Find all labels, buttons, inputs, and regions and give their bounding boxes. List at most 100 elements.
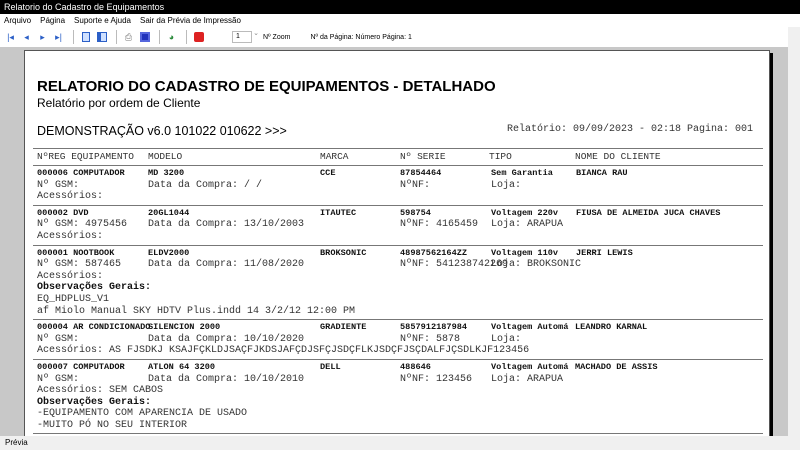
last-page-icon[interactable]: ▸| — [52, 31, 65, 43]
nf: NºNF: — [400, 179, 431, 191]
gsm: Nº GSM: — [37, 179, 80, 191]
record-detail-line: Nº GSM: Data da Compra: / / NºNF: Loja: — [33, 180, 763, 192]
modelo: 20GL1044 — [148, 207, 190, 218]
acessorios: Acessórios: — [37, 191, 104, 203]
observacao-line: -EQUIPAMENTO COM APARENCIA DE USADO — [33, 408, 763, 420]
table-row: 000006 COMPUTADOR MD 3200 CCE 87854464 Sem G… — [33, 166, 763, 206]
reg-equip: 000007 COMPUTADOR — [37, 361, 125, 372]
vertical-scrollbar[interactable] — [788, 27, 800, 436]
divider — [159, 30, 160, 44]
report-subtitle: Relatório por ordem de Cliente — [37, 96, 201, 110]
cliente: JERRI LEWIS — [576, 247, 633, 258]
modelo: SILENCION 2000 — [148, 322, 221, 333]
divider — [73, 30, 74, 44]
observacao-text: af Miolo Manual SKY HDTV Plus.indd 14 3/… — [37, 305, 356, 317]
cliente: FIUSA DE ALMEIDA JUCA CHAVES — [576, 207, 721, 218]
tipo: Voltagem 110v — [491, 247, 559, 258]
data-compra: Data da Compra: 10/10/2010 — [148, 373, 305, 385]
table-row: 000002 DVD 20GL1044 ITAUTEC 598754 Voltagem … — [33, 206, 763, 246]
gsm: Nº GSM: 4975456 — [37, 219, 128, 231]
serie: 48987562164ZZ — [400, 247, 468, 258]
table-row: 000007 COMPUTADOR ATLON 64 3200 DELL 488646… — [33, 360, 763, 435]
loja: Loja: — [491, 179, 522, 191]
prev-page-icon[interactable]: ◂ — [20, 31, 33, 43]
acessorios-line: Acessórios: AS FJSDKJ KSAJFÇKLDJSAÇFJKDS… — [33, 345, 763, 357]
record-detail-line: Nº GSM: 4975456 Data da Compra: 13/10/200… — [33, 219, 763, 231]
table-row: 000001 NOOTBOOK ELDV2000 BROKSONIC 48987562… — [33, 246, 763, 321]
two-page-icon[interactable] — [95, 31, 108, 43]
first-page-icon[interactable]: |◂ — [4, 31, 17, 43]
save-icon[interactable] — [138, 31, 151, 43]
menu-pagina[interactable]: Página — [40, 14, 65, 27]
cliente: MACHADO DE ASSIS — [575, 361, 658, 372]
acessorios-line: Acessórios: — [33, 231, 763, 243]
zoom-select[interactable]: 1 — [232, 29, 259, 43]
gsm: Nº GSM: 587465 — [37, 259, 122, 271]
record-main-line: 000001 NOOTBOOK ELDV2000 BROKSONIC 48987562… — [33, 248, 763, 260]
observacao-line: af Miolo Manual SKY HDTV Plus.indd 14 3/… — [33, 306, 763, 318]
serie: 598754 — [400, 207, 431, 218]
marca: CCE — [320, 168, 336, 178]
nf: NºNF: 4165459 — [400, 219, 479, 231]
report-title: RELATORIO DO CADASTRO DE EQUIPAMENTOS - … — [37, 78, 496, 95]
export-icon[interactable]: ◕ — [165, 31, 178, 43]
record-main-line: 000002 DVD 20GL1044 ITAUTEC 598754 Voltagem … — [33, 208, 763, 220]
menu-sair[interactable]: Sair da Prévia de Impressão — [140, 14, 241, 27]
marca: ITAUTEC — [320, 207, 357, 218]
reg-equip: 000006 COMPUTADOR — [37, 168, 125, 178]
tipo: Voltagem Automá — [491, 361, 569, 372]
window-title: Relatorio do Cadastro de Equipamentos — [0, 0, 800, 14]
gsm: Nº GSM: — [37, 373, 80, 385]
observacoes-label: Observações Gerais: — [33, 397, 763, 409]
print-icon[interactable]: ⎙ — [122, 31, 135, 43]
records-list: 000006 COMPUTADOR MD 3200 CCE 87854464 Sem G… — [33, 166, 763, 435]
modelo: ELDV2000 — [148, 247, 190, 258]
close-icon[interactable] — [192, 31, 205, 43]
marca: BROKSONIC — [320, 247, 367, 258]
preview-area: RELATORIO DO CADASTRO DE EQUIPAMENTOS - … — [0, 47, 788, 436]
divider — [33, 148, 763, 149]
record-detail-line: Nº GSM: Data da Compra: 10/10/2010 NºNF: 1… — [33, 374, 763, 386]
col-reg-equip: NºREG EQUIPAMENTO — [37, 151, 134, 162]
gsm: Nº GSM: — [37, 333, 80, 345]
menu-arquivo[interactable]: Arquivo — [4, 14, 31, 27]
nf: NºNF: 5878 — [400, 333, 461, 345]
observacao-line: EQ_HDPLUS_V1 — [33, 294, 763, 306]
reg-equip: 000001 NOOTBOOK — [37, 247, 115, 258]
observacao-text: EQ_HDPLUS_V1 — [37, 293, 110, 305]
cliente: BIANCA RAU — [576, 168, 628, 178]
observacao-text: -MUITO PÓ NO SEU INTERIOR — [37, 419, 188, 431]
serie: 87854464 — [400, 168, 442, 178]
acessorios-line: Acessórios: — [33, 271, 763, 283]
data-compra: Data da Compra: 13/10/2003 — [148, 219, 305, 231]
menu-bar: Arquivo Página Suporte e Ajuda Sair da P… — [0, 14, 800, 27]
col-marca: MARCA — [320, 151, 349, 162]
observacoes-title: Observações Gerais: — [37, 396, 152, 408]
tipo: Sem Garantia — [491, 168, 553, 178]
reg-equip: 000004 AR CONDICIONADO — [37, 322, 151, 333]
data-compra: Data da Compra: 10/10/2020 — [148, 333, 305, 345]
toolbar: |◂ ◂ ▸ ▸| ⎙ ◕ 1 Nº Zoom Nº da Página: Nú… — [0, 27, 800, 47]
serie: 488646 — [400, 361, 431, 372]
divider — [116, 30, 117, 44]
record-detail-line: Nº GSM: 587465 Data da Compra: 11/08/2020… — [33, 259, 763, 271]
modelo: MD 3200 — [148, 168, 185, 178]
table-row: 000004 AR CONDICIONADO SILENCION 2000 GRAD… — [33, 320, 763, 360]
acessorios: Acessórios: SEM CABOS — [37, 385, 164, 397]
record-main-line: 000007 COMPUTADOR ATLON 64 3200 DELL 488646… — [33, 362, 763, 374]
serie: 5857912187984 — [400, 322, 468, 333]
zoom-label: Nº Zoom — [263, 33, 291, 41]
observacao-text: -EQUIPAMENTO COM APARENCIA DE USADO — [37, 408, 248, 420]
data-compra: Data da Compra: / / — [148, 179, 263, 191]
single-page-icon[interactable] — [79, 31, 92, 43]
tipo: Voltagem 220v — [491, 207, 559, 218]
acessorios-line: Acessórios: — [33, 191, 763, 203]
menu-suporte[interactable]: Suporte e Ajuda — [74, 14, 131, 27]
next-page-icon[interactable]: ▸ — [36, 31, 49, 43]
loja: Loja: ARAPUA — [491, 219, 564, 231]
data-compra: Data da Compra: 11/08/2020 — [148, 259, 305, 271]
loja: Loja: ARAPUA — [491, 373, 564, 385]
demo-version: DEMONSTRAÇÃO v6.0 101022 010622 >>> — [37, 124, 287, 138]
modelo: ATLON 64 3200 — [148, 361, 216, 372]
tipo: Voltagem Automá — [491, 322, 569, 333]
